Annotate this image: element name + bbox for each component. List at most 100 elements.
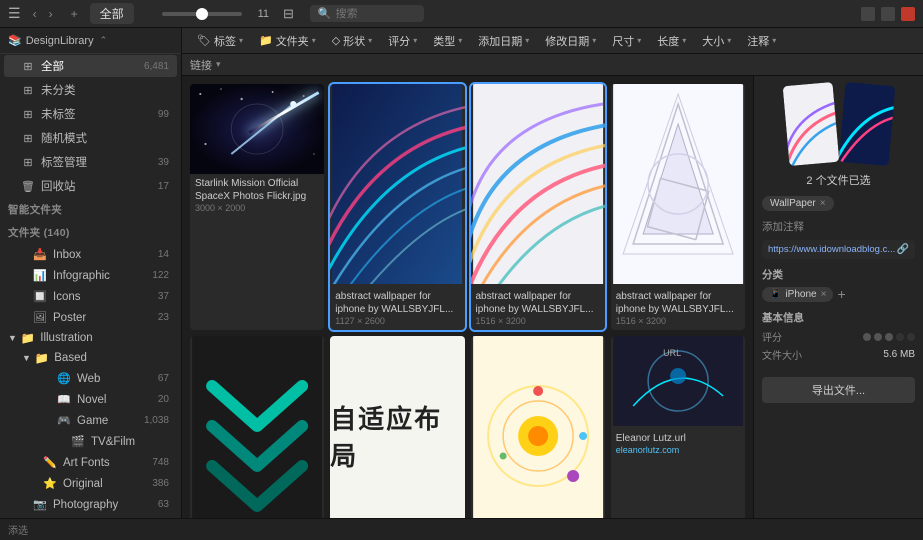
sidebar-label-artfonts: Art Fonts: [63, 457, 152, 469]
length-arrow: ▾: [682, 36, 686, 45]
colorlines-title: abstract wallpaper for iphone by WALLSBY…: [476, 290, 600, 316]
statusbar-label: 添选: [8, 522, 28, 537]
sidebar-item-icons[interactable]: 🔲 Icons 37: [4, 287, 177, 306]
sidebar-item-original[interactable]: ⭐ Original 386: [4, 474, 177, 493]
iphone-chip-remove[interactable]: ×: [821, 289, 827, 300]
folder-label: 文件夹: [276, 33, 309, 49]
grid-item-eleanor[interactable]: URL Eleanor Lutz.url eleanorlutz.com: [611, 336, 745, 518]
sidebar-item-based[interactable]: ▼ 📁 Based: [0, 348, 181, 368]
sidebar: 📚 DesignLibrary ⌃ ⊞ 全部 6,481 ⊞ 未分类 ⊞ 未标签…: [0, 28, 182, 518]
annotation-filter-btn[interactable]: 注释 ▾: [740, 31, 783, 51]
search-input[interactable]: [336, 8, 416, 20]
filesize-label: 大小: [702, 33, 724, 49]
sidebar-item-all[interactable]: ⊞ 全部 6,481: [4, 55, 177, 77]
tab-all[interactable]: 全部: [90, 3, 134, 24]
grid-item-solar[interactable]: 太阳系最全面的'全家福'.jpg 1920 × 1920: [471, 336, 605, 518]
grid-item-textlayout[interactable]: 自适应布局: [330, 336, 464, 518]
photography-icon: 📷: [32, 498, 48, 511]
adddate-label: 添加日期: [478, 33, 522, 49]
sidebar-label-all: 全部: [41, 58, 144, 74]
tag-toolbar: 🏷 标签 ▾ 📁 文件夹 ▾ ◇ 形状 ▾ 评分 ▾ 类型 ▾: [182, 28, 923, 54]
tag-filter-btn[interactable]: 🏷 标签 ▾: [190, 31, 250, 51]
sidebar-item-unclassified[interactable]: ⊞ 未分类: [4, 79, 177, 101]
sidebar-item-trash[interactable]: 🗑 回收站 17: [4, 175, 177, 197]
rating-arrow: ▾: [413, 36, 417, 45]
based-icon: 📁: [35, 351, 49, 365]
library-selector[interactable]: 📚 DesignLibrary ⌃: [0, 28, 181, 54]
icons-icon: 🔲: [32, 290, 48, 303]
sidebar-count-infographic: 122: [152, 270, 169, 281]
sidebar-count-icons: 37: [158, 291, 169, 302]
sidebar-label-poster: Poster: [53, 312, 158, 324]
sidebar-item-inbox[interactable]: 📥 Inbox 14: [4, 245, 177, 264]
zoom-slider[interactable]: [162, 12, 242, 16]
filesize-label: 文件大小: [762, 347, 802, 362]
sidebar-item-tagmanage[interactable]: ⊞ 标签管理 39: [4, 151, 177, 173]
sidebar-item-illustration[interactable]: ▼ 📁 Illustration: [0, 328, 181, 348]
sidebar-item-web[interactable]: 🌐 Web 67: [4, 369, 177, 388]
link-label[interactable]: 链接: [190, 57, 212, 73]
menu-icon[interactable]: ☰: [8, 5, 21, 22]
item-count: 11: [258, 8, 269, 20]
add-annotation[interactable]: 添加注释: [762, 219, 915, 234]
grid-item-arrows[interactable]: abstract wallpaper for iphone by WALLSBY…: [190, 336, 324, 518]
random-icon: ⊞: [20, 132, 36, 145]
dot3[interactable]: [885, 333, 893, 341]
solar-thumb: [471, 336, 605, 518]
dot4[interactable]: [896, 333, 904, 341]
selected-count: 2 个文件已选: [762, 172, 915, 188]
sidebar-count-game: 1,038: [144, 415, 169, 426]
sidebar-item-game[interactable]: 🎮 Game 1,038: [4, 411, 177, 430]
classify-add-btn[interactable]: +: [837, 286, 845, 302]
sidebar-item-untagged[interactable]: ⊞ 未标签 99: [4, 103, 177, 125]
size-label: 尺寸: [612, 33, 634, 49]
maximize-btn[interactable]: [881, 7, 895, 21]
type-filter-btn[interactable]: 类型 ▾: [426, 31, 469, 51]
zoom-slider-area: [162, 12, 242, 16]
wallpaper-tag-remove[interactable]: ×: [820, 198, 826, 209]
grid-item-geometric[interactable]: abstract wallpaper for iphone by WALLSBY…: [611, 84, 745, 330]
grid: Starlink Mission Official SpaceX Photos …: [190, 84, 745, 518]
rating-filter-btn[interactable]: 评分 ▾: [381, 31, 424, 51]
grid-item-colorlines[interactable]: abstract wallpaper for iphone by WALLSBY…: [471, 84, 605, 330]
sidebar-item-tvfilm[interactable]: 🎬 TV&Film: [4, 432, 177, 451]
forward-btn[interactable]: ›: [45, 5, 57, 23]
url-row[interactable]: https://www.idownloadblog.c... 🔗: [762, 240, 915, 259]
moddate-filter-btn[interactable]: 修改日期 ▾: [538, 31, 603, 51]
add-tab-btn[interactable]: +: [67, 5, 82, 23]
grid-item-blue1[interactable]: abstract wallpaper for iphone by WALLSBY…: [330, 84, 464, 330]
folder-filter-btn[interactable]: 📁 文件夹 ▾: [252, 31, 323, 51]
iphone-classify-chip[interactable]: 📱 iPhone ×: [762, 287, 833, 302]
sidebar-item-photography[interactable]: 📷 Photography 63: [4, 495, 177, 514]
length-filter-btn[interactable]: 长度 ▾: [650, 31, 693, 51]
grid-item-starlink[interactable]: Starlink Mission Official SpaceX Photos …: [190, 84, 324, 330]
back-btn[interactable]: ‹: [29, 5, 41, 23]
shape-filter-btn[interactable]: ◇ 形状 ▾: [325, 31, 379, 51]
basic-info-title: 基本信息: [762, 310, 915, 325]
titlebar: ☰ ‹ › + 全部 11 ⊟ 🔍: [0, 0, 923, 28]
close-btn[interactable]: [901, 7, 915, 21]
sidebar-item-artfonts[interactable]: ✏️ Art Fonts 748: [4, 453, 177, 472]
tag-row: WallPaper ×: [762, 196, 915, 211]
size-filter-btn[interactable]: 尺寸 ▾: [605, 31, 648, 51]
export-btn[interactable]: 导出文件...: [762, 377, 915, 403]
filter-btn[interactable]: ⊟: [283, 6, 294, 22]
search-box[interactable]: 🔍: [310, 5, 424, 22]
all-icon: ⊞: [20, 60, 36, 73]
minimize-btn[interactable]: [861, 7, 875, 21]
blue1-title: abstract wallpaper for iphone by WALLSBY…: [335, 290, 459, 316]
dot5[interactable]: [907, 333, 915, 341]
sidebar-item-novel[interactable]: 📖 Novel 20: [4, 390, 177, 409]
artfonts-icon: ✏️: [42, 456, 58, 469]
dot2[interactable]: [874, 333, 882, 341]
sidebar-item-infographic[interactable]: 📊 Infographic 122: [4, 266, 177, 285]
sidebar-item-poster[interactable]: 🖼 Poster 23: [4, 308, 177, 327]
filesize-filter-btn[interactable]: 大小 ▾: [695, 31, 738, 51]
adddate-filter-btn[interactable]: 添加日期 ▾: [471, 31, 536, 51]
sidebar-item-random[interactable]: ⊞ 随机模式: [4, 127, 177, 149]
dot1[interactable]: [863, 333, 871, 341]
rating-dots: [863, 333, 915, 341]
sidebar-count-tagmanage: 39: [158, 157, 169, 168]
wallpaper-tag[interactable]: WallPaper ×: [762, 196, 834, 211]
infographic-icon: 📊: [32, 269, 48, 282]
